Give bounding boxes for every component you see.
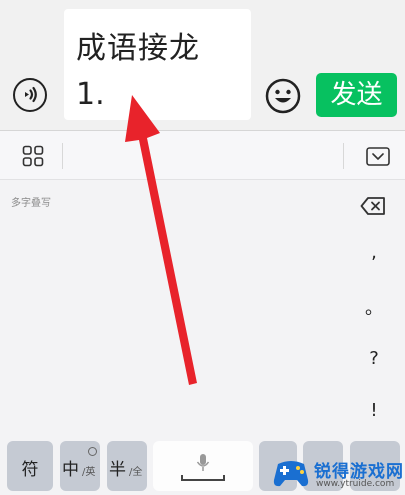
voice-input-button[interactable] — [13, 78, 47, 112]
handwriting-mode-label: 多字叠写 — [11, 198, 51, 209]
language-badge-icon — [88, 447, 97, 456]
width-switch-key[interactable]: 半 /全 — [107, 441, 147, 491]
question-key[interactable]: ? — [352, 348, 396, 369]
exclamation-key[interactable]: ! — [352, 400, 396, 421]
grid-icon — [22, 145, 44, 167]
emoji-icon — [265, 78, 301, 114]
symbol-key-label: 符 — [21, 460, 39, 480]
toolbar-divider — [62, 143, 63, 169]
send-button[interactable]: 发送 — [316, 73, 397, 117]
keyboard-collapse-icon — [366, 147, 390, 166]
collapse-keyboard-button[interactable] — [366, 147, 390, 167]
message-text-line1: 成语接龙 — [76, 31, 200, 66]
language-switch-key[interactable]: 中 /英 — [60, 441, 100, 491]
delete-button[interactable] — [360, 196, 386, 216]
chinese-label: 中 — [62, 460, 79, 480]
space-key[interactable] — [153, 441, 253, 491]
comma-key[interactable]: , — [352, 242, 396, 263]
full-width-label: /全 — [129, 467, 143, 478]
microphone-icon — [196, 454, 210, 471]
watermark-url: www.ytruide.com — [316, 479, 395, 489]
message-text-line2: 1. — [76, 77, 105, 112]
message-input[interactable]: 成语接龙 1. — [64, 9, 251, 120]
english-label: /英 — [82, 467, 96, 478]
keyboard-menu-button[interactable] — [22, 145, 44, 167]
handwriting-area[interactable]: 多字叠写 — [0, 180, 355, 435]
voice-icon — [25, 86, 37, 103]
half-width-label: 半 — [109, 460, 126, 480]
watermark: 锐得游戏网 www.ytruide.com — [268, 452, 405, 495]
emoji-button[interactable] — [265, 78, 301, 114]
period-key[interactable]: 。 — [352, 294, 396, 320]
space-bar-icon — [181, 475, 225, 481]
toolbar-divider — [343, 143, 344, 169]
keyboard-toolbar — [0, 131, 405, 180]
symbol-key[interactable]: 符 — [7, 441, 53, 491]
chat-input-bar: 成语接龙 1. 发送 — [0, 0, 405, 131]
gamepad-logo-icon — [273, 461, 309, 487]
backspace-icon — [360, 197, 385, 215]
punctuation-column: , 。 ? ! — [352, 190, 396, 430]
